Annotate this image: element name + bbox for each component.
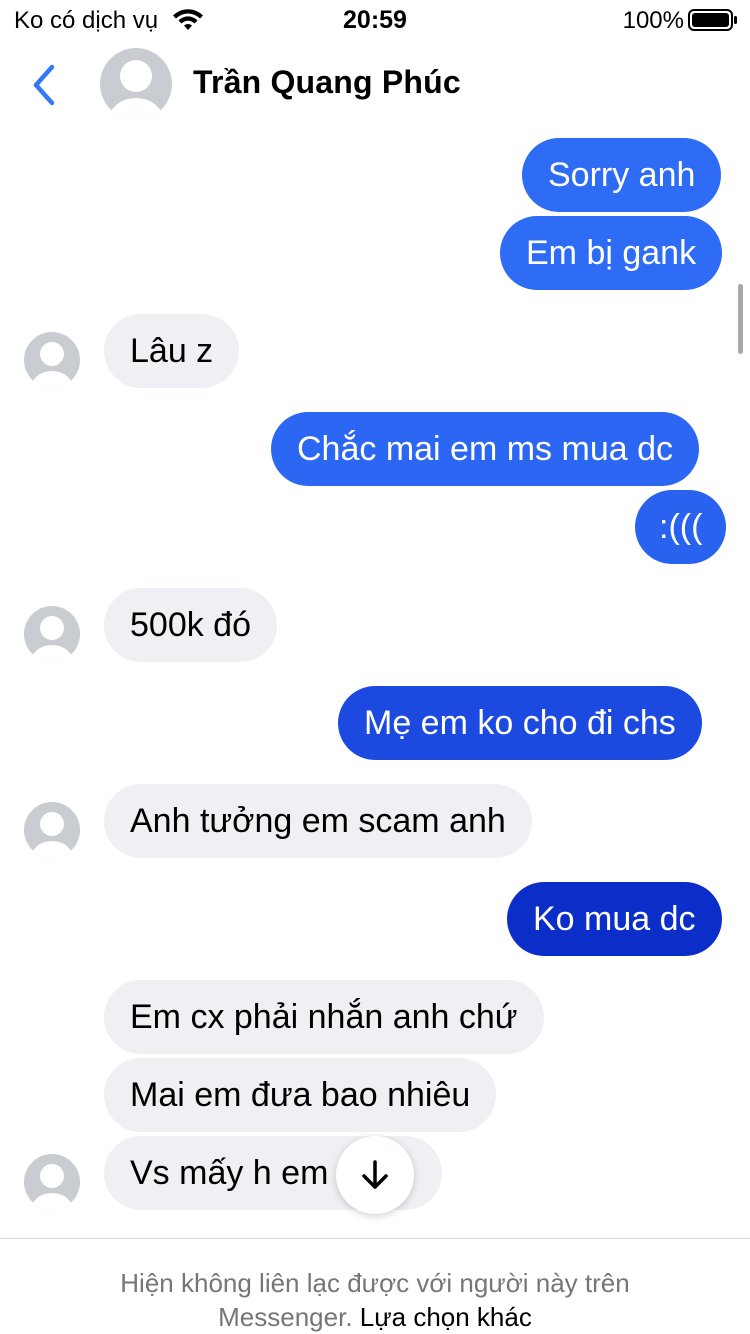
battery-icon <box>688 9 737 31</box>
battery-percentage: 100% <box>622 7 684 34</box>
arrow-down-icon <box>362 1160 388 1189</box>
message-bubble-outgoing[interactable]: Ko mua dc <box>507 882 722 956</box>
footer-divider <box>0 1238 750 1239</box>
message-bubble-outgoing[interactable]: Mẹ em ko cho đi chs <box>338 686 702 760</box>
message-bubble-outgoing[interactable]: Em bị gank <box>500 216 723 290</box>
default-avatar-icon <box>24 606 80 662</box>
status-bar: Ko có dịch vụ 20:59 100% <box>0 0 750 40</box>
sender-avatar[interactable] <box>24 1154 80 1210</box>
contact-name[interactable]: Trần Quang Phúc <box>193 64 461 101</box>
message-bubble-incoming[interactable]: Em cx phải nhắn anh chứ <box>104 980 544 1054</box>
scroll-indicator[interactable] <box>738 284 743 354</box>
default-avatar-icon <box>24 332 80 388</box>
message-bubble-outgoing[interactable]: Chắc mai em ms mua dc <box>271 412 699 486</box>
message-bubble-incoming[interactable]: Mai em đưa bao nhiêu <box>104 1058 497 1132</box>
notice-messenger-text: Messenger. <box>218 1302 353 1332</box>
sender-avatar[interactable] <box>24 606 80 662</box>
contact-avatar[interactable] <box>100 48 172 120</box>
conversation-header: Trần Quang Phúc <box>0 40 750 130</box>
message-bubble-incoming[interactable]: Anh tưởng em scam anh <box>104 784 532 858</box>
other-options-link[interactable]: Lựa chọn khác <box>360 1302 532 1332</box>
default-avatar-icon <box>24 802 80 858</box>
message-bubble-outgoing[interactable]: :((( <box>635 490 727 564</box>
scroll-to-bottom-button[interactable] <box>336 1136 414 1214</box>
sender-avatar[interactable] <box>24 802 80 858</box>
back-chevron-icon[interactable] <box>28 62 60 108</box>
sender-avatar[interactable] <box>24 332 80 388</box>
default-avatar-icon <box>100 48 172 120</box>
default-avatar-icon <box>24 1154 80 1210</box>
notice-line-1: Hiện không liên lạc được với người này t… <box>120 1268 630 1298</box>
message-bubble-outgoing[interactable]: Sorry anh <box>522 138 722 212</box>
unavailable-notice: Hiện không liên lạc được với người này t… <box>0 1266 750 1334</box>
notice-line-2: Messenger. Lựa chọn khác <box>0 1300 750 1334</box>
message-bubble-incoming[interactable]: 500k đó <box>104 588 277 662</box>
message-bubble-incoming[interactable]: Lâu z <box>104 314 240 388</box>
